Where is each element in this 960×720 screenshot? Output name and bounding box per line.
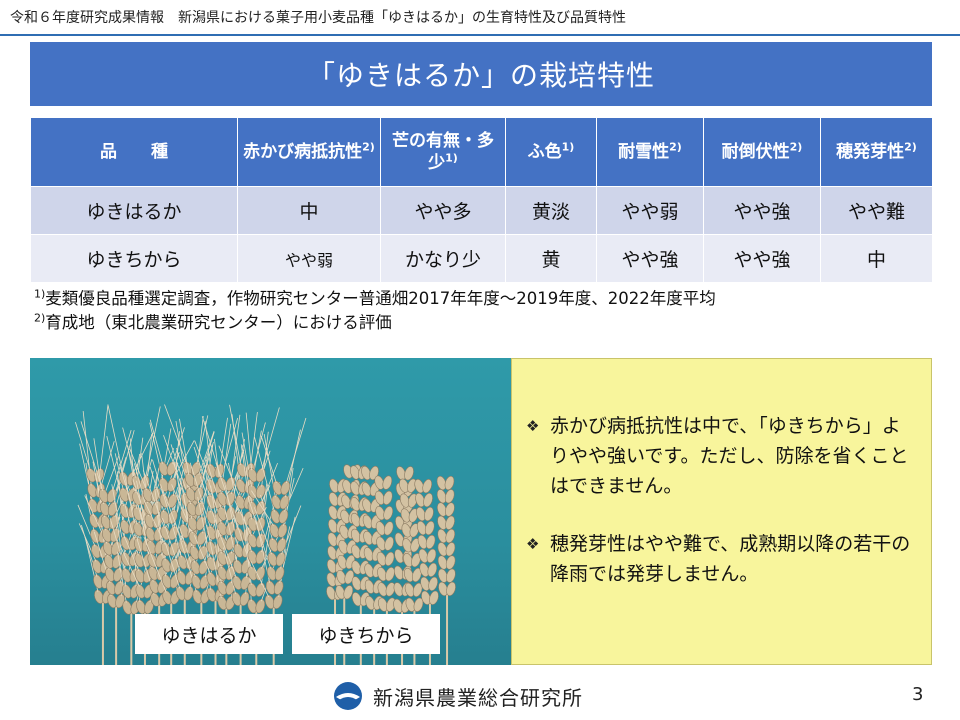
table-footnotes: 1)麦類優良品種選定調査，作物研究センター普通畑2017年年度～2019年度、2…: [34, 287, 716, 335]
table-cell: やや強: [596, 234, 704, 283]
slide-footer: 新潟県農業総合研究所: [333, 681, 583, 711]
table-cell: やや多: [380, 186, 506, 235]
table-cell: ゆきちから: [30, 234, 238, 283]
bullet-diamond-icon: ❖: [526, 535, 540, 553]
table-cell: やや強: [703, 186, 821, 235]
institute-name: 新潟県農業総合研究所: [373, 685, 583, 710]
header-scab-resistance: 赤かび病抵抗性2): [237, 117, 381, 187]
header-sprouting: 穂発芽性2): [820, 117, 933, 187]
header-divider: [0, 34, 960, 36]
table-header-row: 品 種 赤かび病抵抗性2) 芒の有無・多少1) ふ色1) 耐雪性2) 耐倒伏性2…: [30, 117, 933, 187]
table-cell: 中: [820, 234, 933, 283]
table-cell: やや弱: [596, 186, 704, 235]
description-bullet: ❖ 赤かび病抵抗性は中で、「ゆきちから」よりやや強いです。ただし、防除を省くこと…: [526, 411, 917, 501]
table-cell: やや強: [703, 234, 821, 283]
institute-logo-icon: [334, 682, 362, 710]
header-snow-tolerance: 耐雪性2): [596, 117, 704, 187]
table-cell: 黄淡: [505, 186, 597, 235]
table-cell: ゆきはるか: [30, 186, 238, 235]
page-number: 3: [912, 684, 924, 705]
photo-label-yukichikara: ゆきちから: [292, 614, 440, 654]
bullet-diamond-icon: ❖: [526, 417, 540, 435]
description-box: ❖ 赤かび病抵抗性は中で、「ゆきちから」よりやや強いです。ただし、防除を省くこと…: [511, 358, 932, 665]
traits-table: 品 種 赤かび病抵抗性2) 芒の有無・多少1) ふ色1) 耐雪性2) 耐倒伏性2…: [30, 117, 933, 283]
table-cell: やや難: [820, 186, 933, 235]
table-cell: かなり少: [380, 234, 506, 283]
header-lodging-resistance: 耐倒伏性2): [703, 117, 821, 187]
header-variety: 品 種: [30, 117, 238, 187]
header-awn: 芒の有無・多少1): [380, 117, 506, 187]
slide-title: 「ゆきはるか」の栽培特性: [30, 42, 932, 106]
footnote: 2)育成地（東北農業研究センター）における評価: [34, 311, 392, 333]
table-cell: やや弱: [237, 234, 381, 283]
description-bullet: ❖ 穂発芽性はやや難で、成熟期以降の若干の降雨では発芽しません。: [526, 529, 917, 589]
header-glume-color: ふ色1): [505, 117, 597, 187]
table-row: ゆきはるか 中 やや多 黄淡 やや弱 やや強 やや難: [30, 186, 933, 235]
table-row: ゆきちから やや弱 かなり少 黄 やや強 やや強 中: [30, 234, 933, 283]
footnote: 1)麦類優良品種選定調査，作物研究センター普通畑2017年年度～2019年度、2…: [34, 287, 716, 309]
table-cell: 中: [237, 186, 381, 235]
table-cell: 黄: [505, 234, 597, 283]
photo-label-yukiharuka: ゆきはるか: [135, 614, 283, 654]
slide-header: 令和６年度研究成果情報 新潟県における菓子用小麦品種「ゆきはるか」の生育特性及び…: [10, 10, 626, 26]
